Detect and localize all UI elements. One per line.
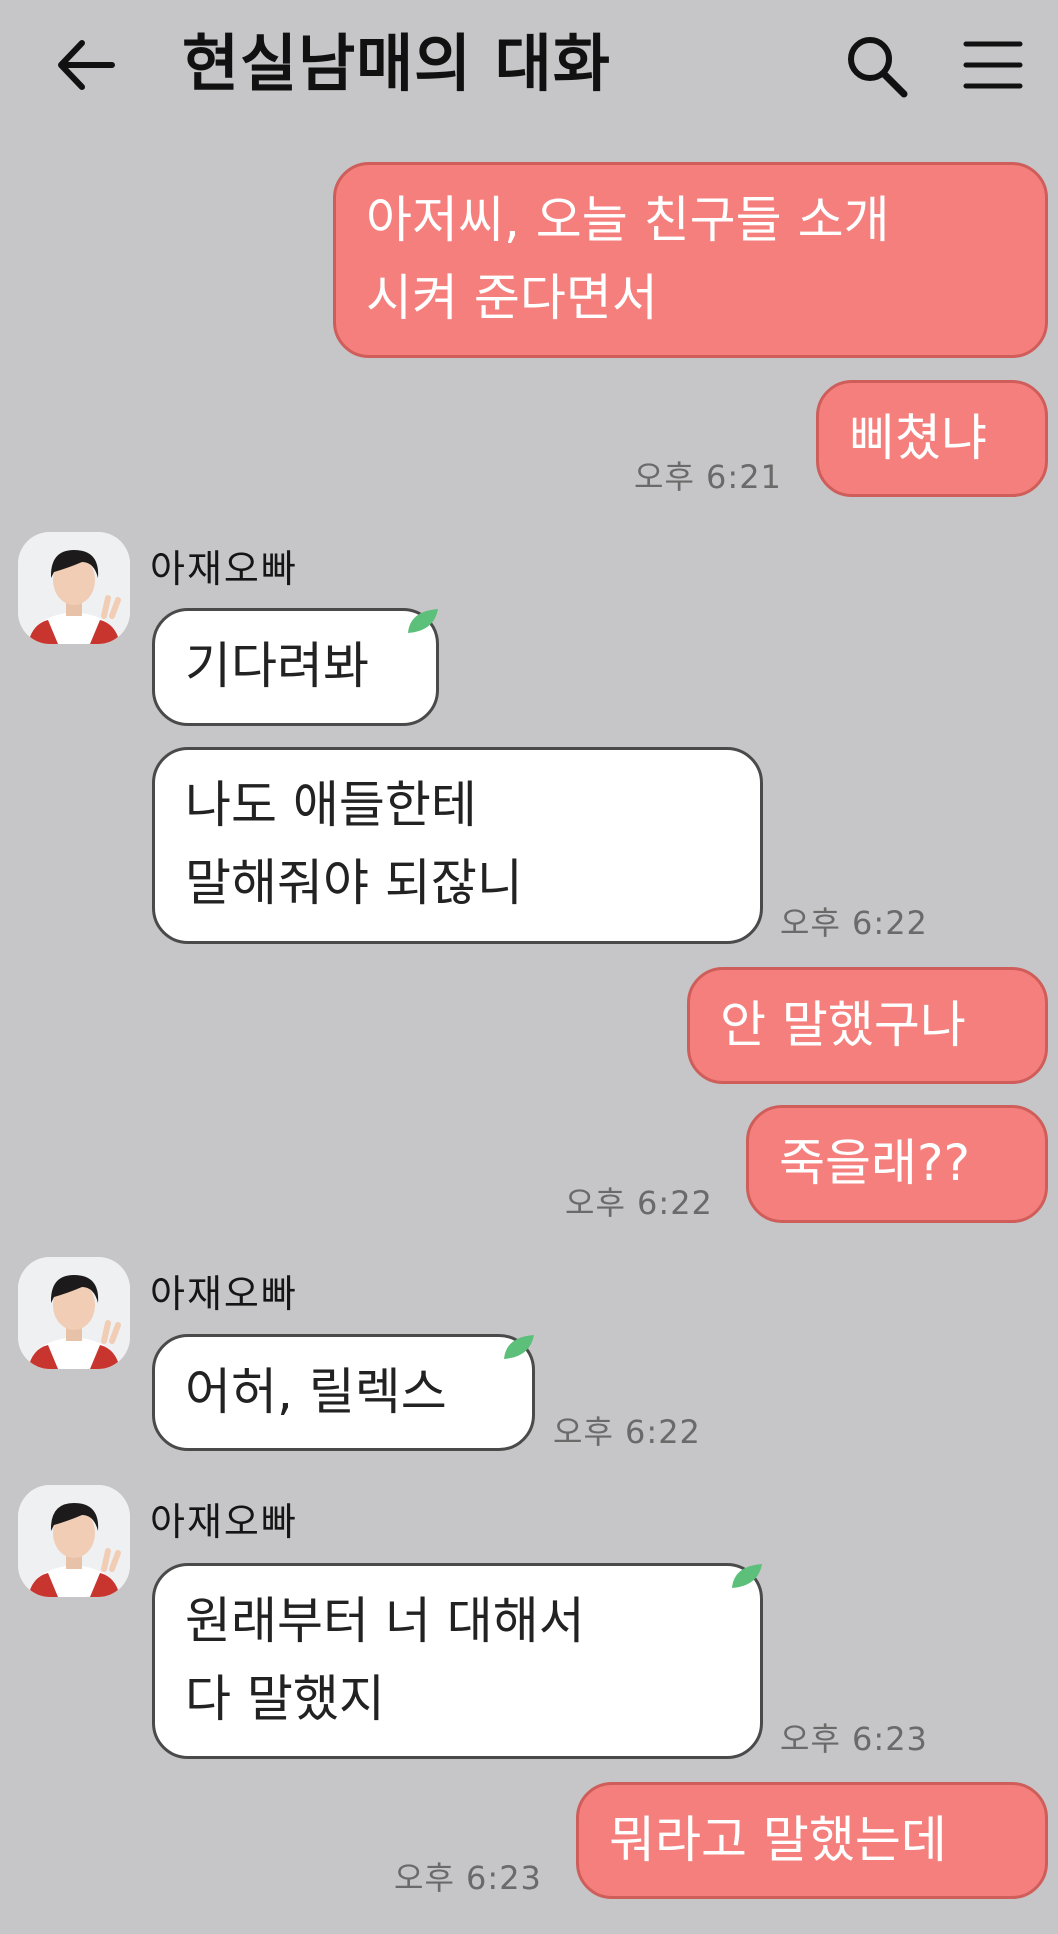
arrow-left-icon [58,40,115,90]
message-timestamp: 오후 6:23 [394,1859,542,1897]
profile-photo [18,532,130,644]
menu-button[interactable] [962,32,1024,98]
my-message-bubble[interactable]: 아저씨, 오늘 친구들 소개 시켜 준다면서 [333,162,1048,358]
my-message-bubble[interactable]: 죽을래?? [746,1105,1048,1223]
message-timestamp: 오후 6:22 [780,904,928,942]
my-message-bubble[interactable]: 안 말했구나 [687,967,1048,1084]
message-timestamp: 오후 6:22 [553,1413,701,1451]
search-button[interactable] [840,28,912,102]
message-timestamp: 오후 6:22 [565,1184,713,1222]
hamburger-menu-icon [963,41,1023,89]
message-timestamp: 오후 6:21 [634,458,782,496]
message-text: 뭐라고 말했는데 [609,1811,947,1869]
sender-avatar[interactable] [18,532,130,644]
message-text: 기다려봐 [185,637,369,695]
message-text: 원래부터 너 대해서 다 말했지 [185,1592,585,1728]
their-message-bubble[interactable]: 원래부터 너 대해서 다 말했지 [152,1563,763,1759]
my-message-bubble[interactable]: 뭐라고 말했는데 [576,1782,1048,1899]
chat-title: 현실남매의 대화 [182,27,611,100]
message-text: 나도 애들한테 말해줘야 되잖니 [185,776,523,912]
message-timestamp: 오후 6:23 [780,1720,928,1758]
leaf-icon [408,609,438,633]
leaf-icon [504,1335,534,1359]
sender-avatar[interactable] [18,1485,130,1597]
their-message-bubble[interactable]: 나도 애들한테 말해줘야 되잖니 [152,747,763,944]
back-button[interactable] [52,28,122,102]
profile-photo [18,1485,130,1597]
message-text: 삐쳤냐 [849,409,987,467]
message-text: 아저씨, 오늘 친구들 소개 시켜 준다면서 [366,191,890,327]
sender-avatar[interactable] [18,1257,130,1369]
message-text: 안 말했구나 [720,996,966,1054]
message-text: 어허, 릴렉스 [185,1363,447,1421]
message-text: 죽을래?? [779,1134,971,1192]
search-icon [848,37,908,98]
their-message-bubble[interactable]: 기다려봐 [152,608,439,726]
sender-name: 아재오빠 [150,547,298,591]
their-message-bubble[interactable]: 어허, 릴렉스 [152,1334,535,1451]
sender-name: 아재오빠 [150,1272,298,1316]
profile-photo [18,1257,130,1369]
my-message-bubble[interactable]: 삐쳤냐 [816,380,1048,497]
chat-header: 현실남매의 대화 [0,0,1058,130]
leaf-icon [732,1564,762,1588]
sender-name: 아재오빠 [150,1500,298,1544]
